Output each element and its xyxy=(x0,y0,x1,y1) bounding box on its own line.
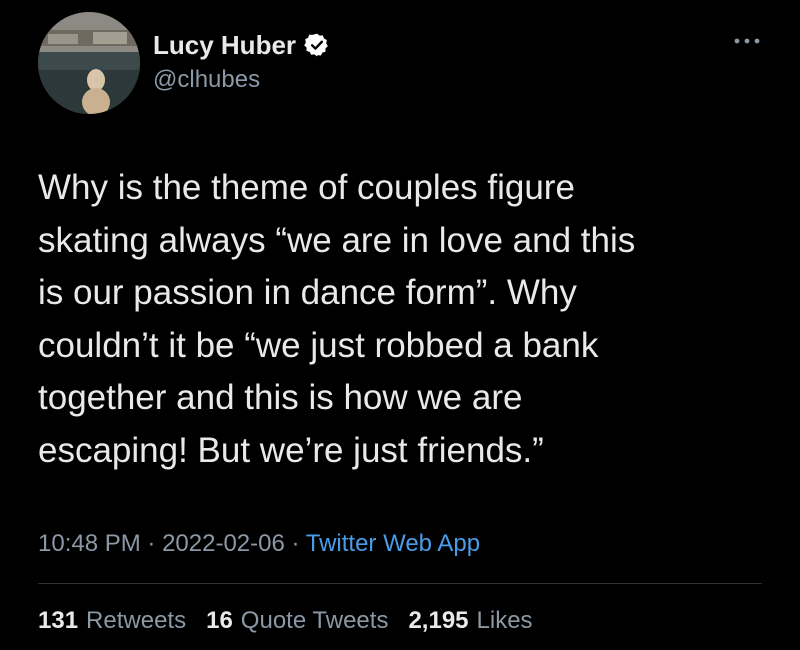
retweets-count: 131 xyxy=(38,607,79,634)
quote-tweets-label: Quote Tweets xyxy=(240,607,389,634)
author-handle[interactable]: @clhubes xyxy=(153,66,260,94)
author-display-name[interactable]: Lucy Huber xyxy=(153,30,296,60)
verified-badge-icon xyxy=(304,33,328,57)
meta-separator: · xyxy=(291,530,300,557)
likes-stat[interactable]: 2,195 Likes xyxy=(408,605,532,637)
tweet-time[interactable]: 10:48 PM xyxy=(38,530,141,557)
tweet-date[interactable]: 2022-02-06 xyxy=(162,530,285,557)
meta-separator: · xyxy=(147,530,156,557)
tweet-meta: 10:48 PM · 2022-02-06 · Twitter Web App xyxy=(38,528,480,560)
tweet-stats: 131 Retweets 16 Quote Tweets 2,195 Likes xyxy=(38,605,533,637)
tweet-card: Lucy Huber @clhubes Why is the theme of … xyxy=(0,0,800,650)
likes-label: Likes xyxy=(476,607,533,634)
tweet-text: Why is the theme of couples figure skati… xyxy=(38,168,636,470)
avatar[interactable] xyxy=(38,12,140,114)
tweet-source-link[interactable]: Twitter Web App xyxy=(306,530,480,557)
quote-tweets-stat[interactable]: 16 Quote Tweets xyxy=(206,605,388,637)
divider xyxy=(38,583,762,584)
retweets-label: Retweets xyxy=(86,607,187,634)
likes-count: 2,195 xyxy=(408,607,469,634)
author-name-row: Lucy Huber xyxy=(153,30,330,60)
retweets-stat[interactable]: 131 Retweets xyxy=(38,605,186,637)
avatar-photo xyxy=(38,12,140,114)
more-options-icon[interactable] xyxy=(732,34,762,48)
quote-tweets-count: 16 xyxy=(206,607,233,634)
